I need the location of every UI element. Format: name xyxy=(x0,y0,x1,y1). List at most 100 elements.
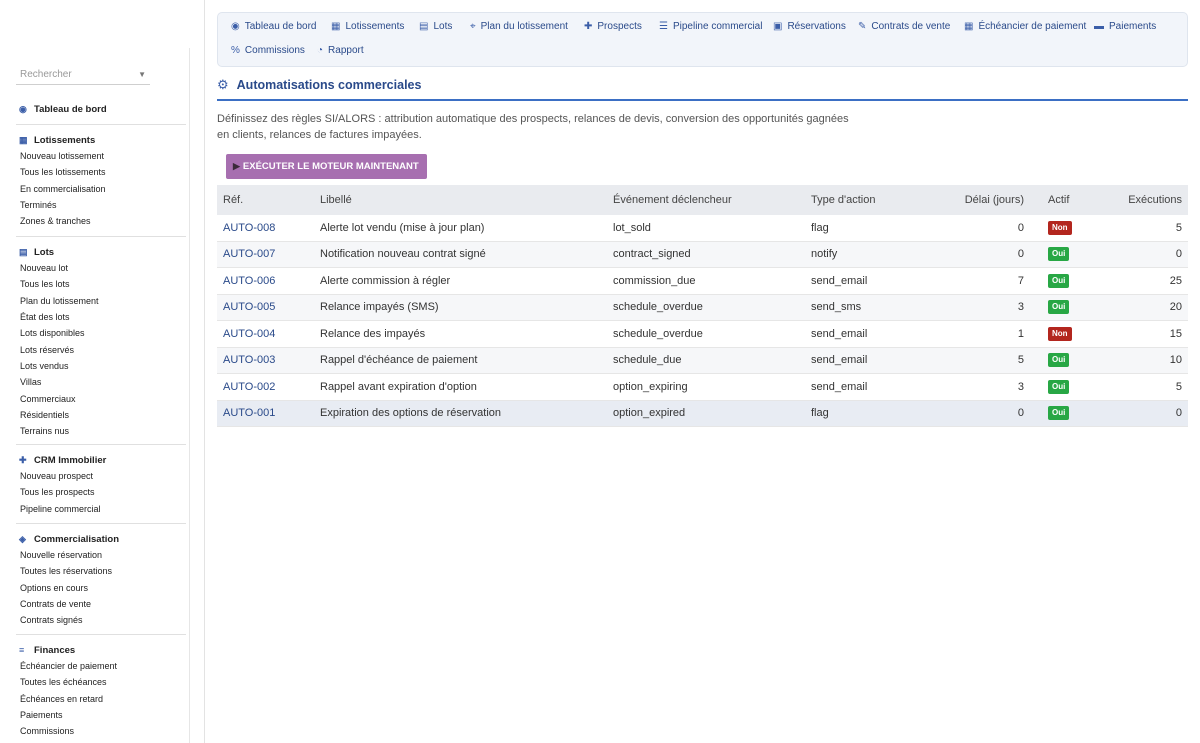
table-row[interactable]: AUTO-008 Alerte lot vendu (mise à jour pl… xyxy=(217,215,1188,242)
file-signature-icon: ✎ xyxy=(858,21,867,32)
header-executions[interactable]: Exécutions xyxy=(1128,194,1182,206)
sidebar-item[interactable]: Lots disponibles xyxy=(16,325,186,341)
table-row[interactable]: AUTO-002 Rappel avant expiration d'option… xyxy=(217,374,1188,401)
sidebar-dashboard[interactable]: ◉ Tableau de bord xyxy=(16,101,186,117)
sidebar-item[interactable]: Pipeline commercial xyxy=(16,501,186,517)
header-delai[interactable]: Délai (jours) xyxy=(965,194,1024,206)
nav-pipeline-commercial[interactable]: ☰ Pipeline commercial xyxy=(659,21,762,32)
sidebar-item[interactable]: Toutes les échéances xyxy=(16,674,186,690)
sidebar-item[interactable]: Échéancier de paiement xyxy=(16,658,186,674)
cell-delai: 0 xyxy=(1017,407,1024,420)
nav-lots[interactable]: ▤ Lots xyxy=(419,21,452,32)
nav-echeancier[interactable]: ▦ Échéancier de paiement xyxy=(964,21,1086,32)
gauge-icon: ◉ xyxy=(19,103,27,114)
sidebar-item[interactable]: Paiements xyxy=(16,707,186,723)
table-row[interactable]: AUTO-006 Alerte commission à régler commis… xyxy=(217,268,1188,295)
nav-rapport[interactable]: ◔ Rapport xyxy=(317,45,364,56)
sidebar-item[interactable]: Zones & tranches xyxy=(16,213,186,229)
sidebar-section-title[interactable]: ◈ Commercialisation xyxy=(16,531,186,547)
table-row[interactable]: AUTO-001 Expiration des options de réserv… xyxy=(217,400,1188,427)
status-badge: Oui xyxy=(1048,379,1070,394)
sidebar-item[interactable]: Tous les lots xyxy=(16,276,186,292)
cell-evenement: commission_due xyxy=(613,274,696,287)
sidebar-item[interactable]: Toutes les réservations xyxy=(16,563,186,579)
sidebar-item[interactable]: Options en cours xyxy=(16,580,186,596)
sidebar-item[interactable]: Commerciaux xyxy=(16,391,186,407)
chart-pie-icon: ◔ xyxy=(317,45,324,56)
cell-ref[interactable]: AUTO-008 xyxy=(223,222,275,234)
sidebar-section-title[interactable]: ▤ Lots xyxy=(16,244,186,260)
header-libelle[interactable]: Libellé xyxy=(320,194,352,206)
sidebar-item[interactable]: Plan du lotissement xyxy=(16,293,186,309)
map-icon: ▤ xyxy=(419,21,429,32)
nav-paiements[interactable]: ▬ Paiements xyxy=(1094,21,1156,32)
run-engine-button[interactable]: ▶ EXÉCUTER LE MOTEUR MAINTENANT xyxy=(226,154,427,179)
table-row[interactable]: AUTO-004 Relance des impayés schedule_over… xyxy=(217,321,1188,348)
nav-lotissements[interactable]: ▦ Lotissements xyxy=(331,21,404,32)
search-placeholder: Rechercher xyxy=(20,69,72,80)
nav-plan-du-lotissement[interactable]: ⌖ Plan du lotissement xyxy=(470,21,568,32)
user-plus-icon: ✚ xyxy=(584,21,593,32)
cell-delai: 1 xyxy=(1017,327,1024,340)
nav-commissions[interactable]: % Commissions xyxy=(231,45,305,56)
cell-delai: 3 xyxy=(1017,301,1024,314)
cell-evenement: option_expired xyxy=(613,407,686,420)
cell-type: send_email xyxy=(811,327,868,340)
cell-executions: 10 xyxy=(1169,354,1182,367)
sidebar-section-title[interactable]: ▦ Lotissements xyxy=(16,132,186,148)
table-row[interactable]: AUTO-003 Rappel d'échéance de paiement sch… xyxy=(217,347,1188,374)
sidebar-item[interactable]: En commercialisation xyxy=(16,181,186,197)
sidebar-item[interactable]: Résidentiels xyxy=(16,407,186,423)
header-actif[interactable]: Actif xyxy=(1048,194,1069,206)
sidebar-item[interactable]: Nouveau lotissement xyxy=(16,148,186,164)
sidebar-item[interactable]: Contrats signés xyxy=(16,612,186,628)
sidebar-item[interactable]: Nouveau prospect xyxy=(16,468,186,484)
sidebar-item[interactable]: Lots vendus xyxy=(16,358,186,374)
cell-libelle: Expiration des options de réservation xyxy=(320,407,501,420)
sidebar-item[interactable]: Commissions xyxy=(16,723,186,739)
header-type[interactable]: Type d'action xyxy=(811,194,875,206)
sidebar-item[interactable]: Contrats de vente xyxy=(16,596,186,612)
sidebar-item[interactable]: Nouveau lot xyxy=(16,260,186,276)
cell-ref[interactable]: AUTO-004 xyxy=(223,328,275,340)
user-plus-icon: ✚ xyxy=(19,454,27,465)
nav-tableau-de-bord[interactable]: ◉ Tableau de bord xyxy=(231,21,316,32)
cell-ref[interactable]: AUTO-002 xyxy=(223,381,275,393)
header-evenement[interactable]: Événement déclencheur xyxy=(613,194,732,206)
sidebar-item[interactable]: Tous les prospects xyxy=(16,484,186,500)
sidebar-item[interactable]: Nouvelle réservation xyxy=(16,547,186,563)
sidebar-item[interactable]: Terminés xyxy=(16,197,186,213)
sidebar-section-title[interactable]: ≡ Finances xyxy=(16,642,186,658)
cell-actif: Non xyxy=(1048,220,1072,235)
sidebar-item[interactable]: Échéances en retard xyxy=(16,691,186,707)
sidebar-section-finances: ≡ Finances Échéancier de paiement Toutes… xyxy=(16,634,186,740)
sidebar-item[interactable]: Lots réservés xyxy=(16,342,186,358)
cell-ref[interactable]: AUTO-006 xyxy=(223,275,275,287)
table-row[interactable]: AUTO-005 Relance impayés (SMS) schedule_ov… xyxy=(217,294,1188,321)
cell-ref[interactable]: AUTO-003 xyxy=(223,354,275,366)
gauge-icon: ◉ xyxy=(231,21,240,32)
search-input[interactable]: Rechercher ▼ xyxy=(16,67,150,85)
top-navigation: ◉ Tableau de bord ▦ Lotissements ▤ Lots ⌖ Pl… xyxy=(217,12,1188,67)
sidebar-item[interactable]: État des lots xyxy=(16,309,186,325)
sidebar-item[interactable]: Villas xyxy=(16,374,186,390)
cell-ref[interactable]: AUTO-007 xyxy=(223,248,275,260)
sidebar-item[interactable]: Terrains nus xyxy=(16,423,186,439)
cell-type: send_email xyxy=(811,274,868,287)
cell-libelle: Relance impayés (SMS) xyxy=(320,301,439,314)
city-icon: ▦ xyxy=(331,21,341,32)
nav-reservations[interactable]: ▣ Réservations xyxy=(773,21,846,32)
sidebar-section-lots: ▤ Lots Nouveau lot Tous les lots Plan du… xyxy=(16,236,186,440)
status-badge: Oui xyxy=(1048,273,1070,288)
cell-delai: 0 xyxy=(1017,221,1024,234)
header-ref[interactable]: Réf. xyxy=(223,194,243,206)
sidebar-item[interactable]: Tous les lotissements xyxy=(16,164,186,180)
sidebar-section-title[interactable]: ✚ CRM Immobilier xyxy=(16,452,186,468)
nav-prospects[interactable]: ✚ Prospects xyxy=(584,21,642,32)
cell-ref[interactable]: AUTO-001 xyxy=(223,407,275,419)
table-row[interactable]: AUTO-007 Notification nouveau contrat sig… xyxy=(217,241,1188,268)
nav-contrats-de-vente[interactable]: ✎ Contrats de vente xyxy=(858,21,950,32)
chevron-down-icon[interactable]: ▼ xyxy=(138,67,146,83)
cell-ref[interactable]: AUTO-005 xyxy=(223,301,275,313)
cell-executions: 5 xyxy=(1175,221,1182,234)
